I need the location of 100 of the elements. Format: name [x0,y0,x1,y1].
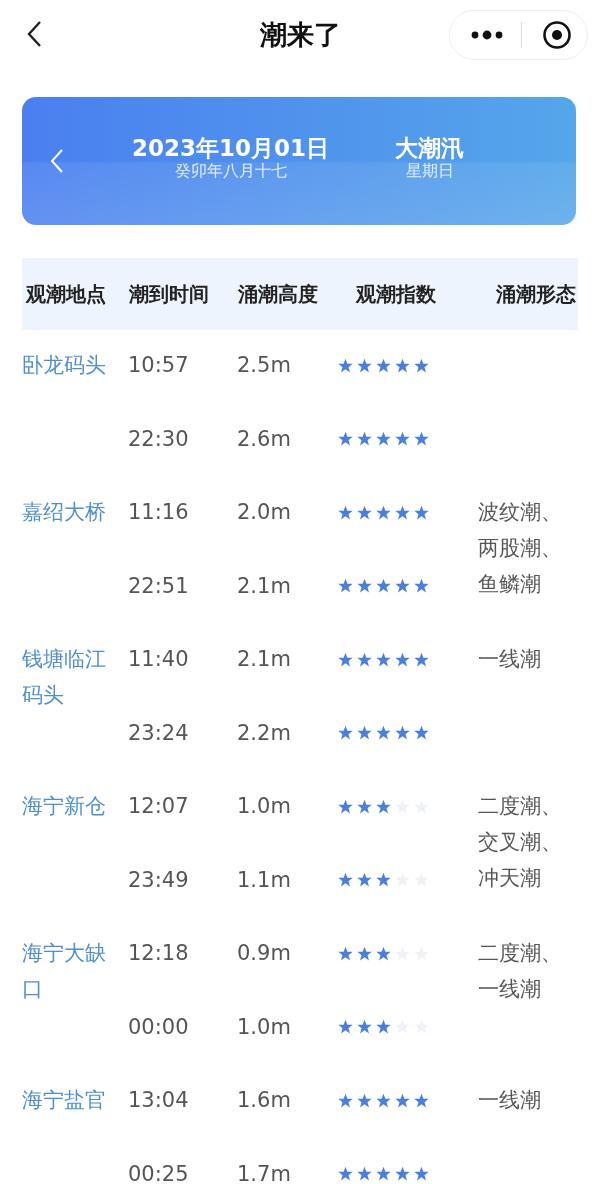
star-icon [338,1019,353,1034]
star-icon [395,651,410,667]
location-name[interactable]: 海宁盐官 [22,1065,109,1184]
column-header: 涌潮高度 [237,281,319,308]
star-icon [376,357,391,373]
location-name[interactable]: 卧龙码头 [22,330,109,477]
column-header: 观潮指数 [354,281,437,308]
star-icon [395,357,410,373]
star-icon [414,1092,429,1108]
tide-height: 1.6m [236,1087,291,1114]
star-icon [376,725,391,740]
star-icon [338,357,353,373]
star-icon [395,578,410,593]
star-icon [414,651,429,667]
column-header: 涌潮形态 [495,281,577,308]
tide-height: 2.6m [236,425,291,453]
tide-time: 11:40 [127,646,189,673]
star-icon [357,578,372,593]
tide-time: 23:49 [127,866,189,894]
star-icon [376,1092,391,1108]
weekday: 星期日 [405,161,454,183]
star-icon [414,431,429,446]
star-icon [338,1092,353,1108]
star-icon [357,357,372,373]
star-icon [376,1019,391,1034]
column-header: 观潮地点 [24,281,107,308]
star-icon [357,798,372,814]
star-icon [395,1166,410,1181]
tide-time: 22:30 [127,425,189,453]
star-icon [338,651,353,667]
star-icon [357,945,372,961]
tide-height: 0.9m [236,940,291,967]
star-icon [357,504,372,520]
star-icon [376,945,391,961]
star-icon [357,872,372,887]
star-icon [376,872,391,887]
previous-day-icon[interactable] [50,148,64,174]
star-icon [376,1166,391,1181]
star-icon [376,504,391,520]
tide-height: 1.1m [236,866,291,894]
tide-time: 10:57 [127,352,189,379]
location-name[interactable]: 钱塘临江码头 [22,624,109,771]
tide-form-label: 二度潮、交叉潮、冲天潮 [478,793,563,892]
star-icon [338,945,353,961]
tide-type: 大潮汛 [395,135,465,162]
tide-form-label: 一线潮 [478,646,542,673]
star-icon [414,357,429,373]
star-icon [338,578,353,593]
tide-time: 11:16 [127,499,189,526]
star-icon [395,504,410,520]
tide-form-label: 二度潮、一线潮 [478,940,563,1003]
tide-height: 2.0m [236,499,291,526]
tide-height: 2.2m [236,719,291,747]
tide-form-label: 一线潮 [478,1087,542,1114]
tide-time: 00:25 [127,1160,189,1184]
column-header: 潮到时间 [128,281,210,308]
location-name[interactable]: 海宁新仓 [22,771,109,918]
star-icon [395,1092,410,1108]
tide-time: 12:18 [127,940,189,967]
star-icon [357,1019,372,1034]
star-icon [357,1166,372,1181]
star-icon [414,504,429,520]
tide-time: 13:04 [127,1087,189,1114]
page-title: 潮来了 [259,17,341,52]
star-icon [357,431,372,446]
tide-height: 2.1m [236,646,291,673]
star-icon [338,798,353,814]
star-icon [338,872,353,887]
location-name[interactable]: 嘉绍大桥 [22,477,109,624]
tide-time: 00:00 [127,1013,189,1041]
tide-height: 1.7m [236,1160,291,1184]
star-icon [395,725,410,740]
tide-height: 1.0m [236,793,291,820]
star-icon [338,431,353,446]
star-icon [376,798,391,814]
star-icon [357,651,372,667]
lunar-date: 癸卯年八月十七 [174,161,287,183]
star-icon [357,1092,372,1108]
star-icon [414,725,429,740]
star-icon [414,1166,429,1181]
star-icon [395,431,410,446]
close-target-icon[interactable] [542,20,572,50]
tide-time: 23:24 [127,719,189,747]
tide-time: 12:07 [127,793,189,820]
tide-height: 2.5m [236,352,291,379]
tide-time: 22:51 [127,572,189,600]
star-icon [376,651,391,667]
tide-form-label: 波纹潮、两股潮、鱼鳞潮 [478,499,563,598]
star-icon [338,1166,353,1181]
date-text: 2023年10月01日 [132,135,330,162]
star-icon [357,725,372,740]
star-icon [376,431,391,446]
star-icon [338,504,353,520]
star-icon [414,578,429,593]
location-name[interactable]: 海宁大缺口 [22,918,109,1065]
tide-height: 2.1m [236,572,291,600]
more-icon[interactable] [471,30,503,40]
star-icon [376,578,391,593]
tide-height: 1.0m [236,1013,291,1041]
star-icon [338,725,353,740]
